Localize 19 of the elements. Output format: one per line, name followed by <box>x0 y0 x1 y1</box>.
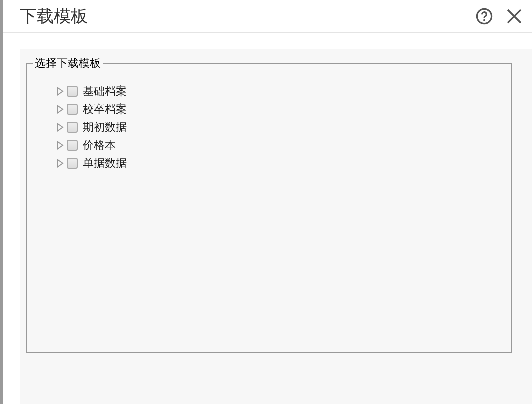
expand-icon[interactable] <box>57 86 64 96</box>
expand-icon[interactable] <box>57 140 64 150</box>
checkbox[interactable] <box>67 104 78 114</box>
checkbox[interactable] <box>67 140 78 150</box>
expand-icon[interactable] <box>57 104 64 114</box>
help-icon[interactable] <box>476 8 493 24</box>
close-icon[interactable] <box>507 8 522 24</box>
checkbox[interactable] <box>67 86 78 96</box>
checkbox[interactable] <box>67 158 78 168</box>
tree-item-label[interactable]: 校卒档案 <box>83 102 127 116</box>
dialog-title: 下载模板 <box>20 6 89 28</box>
expand-icon[interactable] <box>57 158 64 168</box>
expand-icon[interactable] <box>57 122 64 132</box>
tree-item-label[interactable]: 期初数据 <box>83 120 127 134</box>
checkbox[interactable] <box>67 122 78 132</box>
tree-item-label[interactable]: 价格本 <box>83 138 116 152</box>
tree-item-label[interactable]: 单据数据 <box>83 156 127 170</box>
group-legend: 选择下载模板 <box>33 56 103 71</box>
tree-item-label[interactable]: 基础档案 <box>83 84 127 98</box>
